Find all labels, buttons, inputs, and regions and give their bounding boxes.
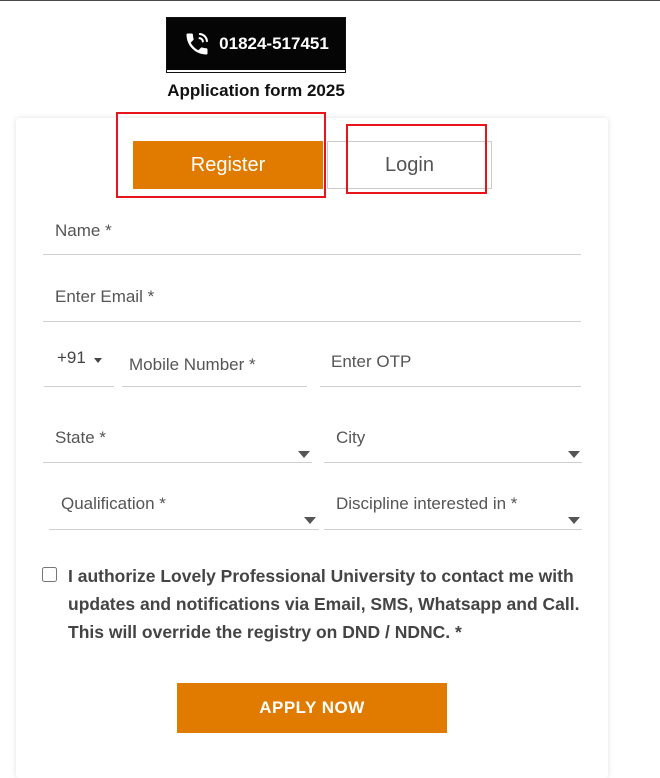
top-divider — [0, 0, 660, 1]
chevron-down-icon — [298, 451, 310, 458]
form-title: Application form 2025 — [167, 81, 345, 100]
name-input[interactable] — [43, 207, 581, 255]
phone-badge[interactable]: 01824-517451 — [166, 17, 346, 73]
chevron-down-icon — [304, 517, 316, 524]
tab-login[interactable]: Login — [327, 141, 492, 189]
phone-badge-inner: 01824-517451 — [167, 18, 345, 70]
phone-number: 01824-517451 — [219, 34, 329, 53]
mobile-number-input[interactable] — [122, 339, 307, 387]
state-select-label: State * — [55, 428, 107, 447]
chevron-down-icon — [568, 517, 580, 524]
tab-register[interactable]: Register — [133, 141, 323, 189]
chevron-down-icon — [94, 358, 102, 363]
country-code-value: +91 — [57, 348, 86, 367]
qualification-select-label: Qualification * — [61, 494, 166, 513]
discipline-select[interactable]: Discipline interested in * — [324, 494, 582, 530]
chevron-down-icon — [568, 451, 580, 458]
otp-input[interactable] — [320, 337, 581, 387]
country-code-select[interactable]: +91 — [44, 337, 114, 387]
qualification-select[interactable]: Qualification * — [49, 494, 319, 530]
consent-text: I authorize Lovely Professional Universi… — [68, 566, 580, 642]
consent-checkbox[interactable] — [42, 567, 57, 582]
email-input[interactable] — [43, 273, 581, 322]
discipline-select-label: Discipline interested in * — [336, 494, 518, 513]
apply-now-button[interactable]: APPLY NOW — [177, 683, 447, 733]
city-select[interactable]: City — [324, 428, 582, 463]
state-select[interactable]: State * — [43, 428, 312, 463]
phone-call-icon — [186, 33, 209, 55]
city-select-label: City — [336, 428, 366, 447]
